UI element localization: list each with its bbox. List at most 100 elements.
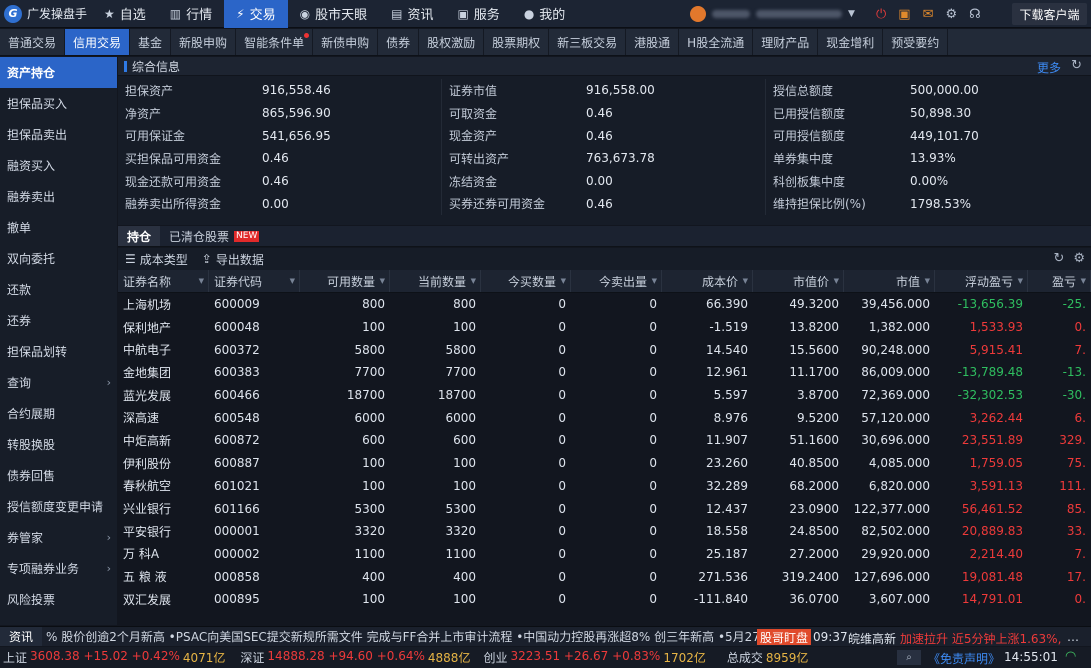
more-link[interactable]: 更多 xyxy=(1037,59,1061,76)
sidebar-item[interactable]: 双向委托 xyxy=(0,243,117,274)
tab-3[interactable]: 新股申购 xyxy=(171,29,237,55)
tab-6[interactable]: 债券 xyxy=(378,29,420,55)
table-row[interactable]: 深高速 600548 6000 6000 0 0 8.976 9.5200 57,120.000… xyxy=(118,406,1091,429)
sidebar-item[interactable]: 还券 xyxy=(0,305,117,336)
ticker-badge[interactable]: 股哥盯盘 xyxy=(757,629,812,645)
nav-news[interactable]: ▤ 资讯 xyxy=(379,0,445,28)
sort-icon[interactable]: ▼ xyxy=(290,277,295,285)
table-row[interactable]: 双汇发展 000895 100 100 0 0 -111.840 36.0700 3,607.0… xyxy=(118,588,1091,611)
table-row[interactable]: 中航电子 600372 5800 5800 0 0 14.540 15.5600 90,248.… xyxy=(118,338,1091,361)
column-header[interactable]: 浮动盈亏 ▼ xyxy=(935,270,1028,292)
column-header[interactable]: 盈亏 ▼ xyxy=(1028,270,1091,292)
tab-14[interactable]: 预受要约 xyxy=(883,29,949,55)
table-row[interactable]: 平安银行 000001 3320 3320 0 0 18.558 24.8500 82,502.… xyxy=(118,520,1091,543)
tab-holdings[interactable]: 持仓 xyxy=(118,226,161,246)
tab-9[interactable]: 新三板交易 xyxy=(549,29,627,55)
table-row[interactable]: 中炬高新 600872 600 600 0 0 11.907 51.1600 30,696.00… xyxy=(118,429,1091,452)
sidebar-item[interactable]: 合约展期 xyxy=(0,398,117,429)
column-header[interactable]: 证券代码 ▼ xyxy=(209,270,300,292)
nav-star[interactable]: ★ 自选 xyxy=(92,0,158,28)
nav-eye[interactable]: ◉ 股市天眼 xyxy=(288,0,380,28)
table-row[interactable]: 金地集团 600383 7700 7700 0 0 12.961 11.1700 86,009.… xyxy=(118,361,1091,384)
sidebar-item[interactable]: 资产持仓 xyxy=(0,57,117,88)
refresh-icon[interactable]: ↻ xyxy=(1053,251,1064,266)
table-row[interactable]: 蓝光发展 600466 18700 18700 0 0 5.597 3.8700 72,369.… xyxy=(118,384,1091,407)
lock-icon[interactable]: ▣ xyxy=(898,7,910,22)
table-row[interactable]: 保利地产 600048 100 100 0 0 -1.519 13.8200 1,382.000… xyxy=(118,316,1091,339)
sidebar-item[interactable]: 专项融券业务 › xyxy=(0,553,117,584)
chevron-down-icon[interactable]: ▼ xyxy=(848,9,855,19)
sort-icon[interactable]: ▼ xyxy=(199,277,204,285)
tab-11[interactable]: H股全流通 xyxy=(679,29,754,55)
sort-icon[interactable]: ▼ xyxy=(834,277,839,285)
tab-12[interactable]: 理财产品 xyxy=(753,29,819,55)
ticker-stock[interactable]: 皖维高新 xyxy=(848,630,896,646)
sidebar-item[interactable]: 融资买入 xyxy=(0,150,117,181)
tab-4[interactable]: 智能条件单 xyxy=(236,29,314,55)
nav-briefcase[interactable]: ▣ 服务 xyxy=(445,0,511,28)
tab-2[interactable]: 基金 xyxy=(130,29,172,55)
sidebar-item[interactable]: 担保品卖出 xyxy=(0,119,117,150)
nav-chart[interactable]: ▥ 行情 xyxy=(158,0,224,28)
account-selector[interactable]: ▼ xyxy=(690,4,870,24)
more-icon[interactable]: … xyxy=(1067,630,1079,644)
sort-icon[interactable]: ▼ xyxy=(1081,277,1086,285)
ticker-text[interactable]: % 股价创逾2个月新高 •PSAC向美国SEC提交新规所需文件 完成与FF合并上… xyxy=(42,628,760,645)
sidebar-item[interactable]: 转股换股 xyxy=(0,429,117,460)
column-header[interactable]: 今卖出量 ▼ xyxy=(571,270,662,292)
index-cy[interactable]: 创业 3223.51 +26.67 +0.83% 1702亿 xyxy=(480,649,705,666)
table-row[interactable]: 万 科A 000002 1100 1100 0 0 25.187 27.2000 29,920.… xyxy=(118,543,1091,566)
power-icon[interactable]: ⏻ xyxy=(876,7,886,22)
index-sh[interactable]: 上证 3608.38 +15.02 +0.42% 4071亿 xyxy=(0,649,225,666)
tab-5[interactable]: 新债申购 xyxy=(313,29,379,55)
sort-icon[interactable]: ▼ xyxy=(652,277,657,285)
sidebar-item[interactable]: 担保品划转 xyxy=(0,336,117,367)
tab-0[interactable]: 普通交易 xyxy=(0,29,66,55)
search-icon[interactable]: ⌕ xyxy=(897,650,921,665)
headset-icon[interactable]: ☊ xyxy=(969,7,981,22)
tab-cleared-stocks[interactable]: 已清仓股票 NEW xyxy=(160,226,268,246)
sidebar-item[interactable]: 债券回售 xyxy=(0,460,117,491)
table-row[interactable]: 上海机场 600009 800 800 0 0 66.390 49.3200 39,456.00… xyxy=(118,293,1091,316)
tab-8[interactable]: 股票期权 xyxy=(484,29,550,55)
table-row[interactable]: 伊利股份 600887 100 100 0 0 23.260 40.8500 4,085.000… xyxy=(118,452,1091,475)
column-header[interactable]: 成本价 ▼ xyxy=(662,270,753,292)
gear-icon[interactable]: ⚙ xyxy=(946,7,958,22)
tab-10[interactable]: 港股通 xyxy=(626,29,680,55)
index-sz[interactable]: 深证 14888.28 +94.60 +0.64% 4888亿 xyxy=(237,649,470,666)
column-header[interactable]: 今买数量 ▼ xyxy=(481,270,571,292)
column-header[interactable]: 可用数量 ▼ xyxy=(300,270,390,292)
sort-icon[interactable]: ▼ xyxy=(380,277,385,285)
sort-icon[interactable]: ▼ xyxy=(561,277,566,285)
mail-icon[interactable]: ✉ xyxy=(923,7,934,22)
sidebar-item[interactable]: 授信额度变更申请 xyxy=(0,491,117,522)
sidebar-item[interactable]: 风险投票 xyxy=(0,584,117,615)
column-header[interactable]: 市值价 ▼ xyxy=(753,270,844,292)
export-button[interactable]: ⇪ 导出数据 xyxy=(195,251,271,268)
refresh-icon[interactable]: ↻ xyxy=(1071,58,1082,73)
sort-icon[interactable]: ▼ xyxy=(925,277,930,285)
sidebar-item[interactable]: 券管家 › xyxy=(0,522,117,553)
ticker-label[interactable]: 资讯 xyxy=(0,627,42,646)
download-client-button[interactable]: 下载客户端 xyxy=(1012,3,1087,25)
sidebar-item[interactable]: 担保品买入 xyxy=(0,88,117,119)
sidebar-item[interactable]: 还款 xyxy=(0,274,117,305)
column-header[interactable]: 证券名称 ▼ xyxy=(118,270,209,292)
sidebar-item[interactable]: 查询 › xyxy=(0,367,117,398)
tab-1[interactable]: 信用交易 xyxy=(65,29,131,55)
nav-user[interactable]: ● 我的 xyxy=(512,0,578,28)
tab-13[interactable]: 现金增利 xyxy=(818,29,884,55)
table-row[interactable]: 五 粮 液 000858 400 400 0 0 271.536 319.2400 127,69… xyxy=(118,565,1091,588)
table-row[interactable]: 兴业银行 601166 5300 5300 0 0 12.437 23.0900 122,377… xyxy=(118,497,1091,520)
sort-icon[interactable]: ▼ xyxy=(471,277,476,285)
nav-trade[interactable]: ⚡ 交易 xyxy=(224,0,288,28)
column-header[interactable]: 当前数量 ▼ xyxy=(390,270,481,292)
sidebar-item[interactable]: 融券卖出 xyxy=(0,181,117,212)
sidebar-item[interactable]: 撤单 xyxy=(0,212,117,243)
sort-icon[interactable]: ▼ xyxy=(1018,277,1023,285)
disclaimer-link[interactable]: 《免责声明》 xyxy=(928,650,1000,667)
app-logo[interactable]: G 广发操盘手 xyxy=(0,0,92,28)
tab-7[interactable]: 股权激励 xyxy=(419,29,485,55)
table-row[interactable]: 春秋航空 601021 100 100 0 0 32.289 68.2000 6,820.000… xyxy=(118,475,1091,498)
sort-icon[interactable]: ▼ xyxy=(743,277,748,285)
